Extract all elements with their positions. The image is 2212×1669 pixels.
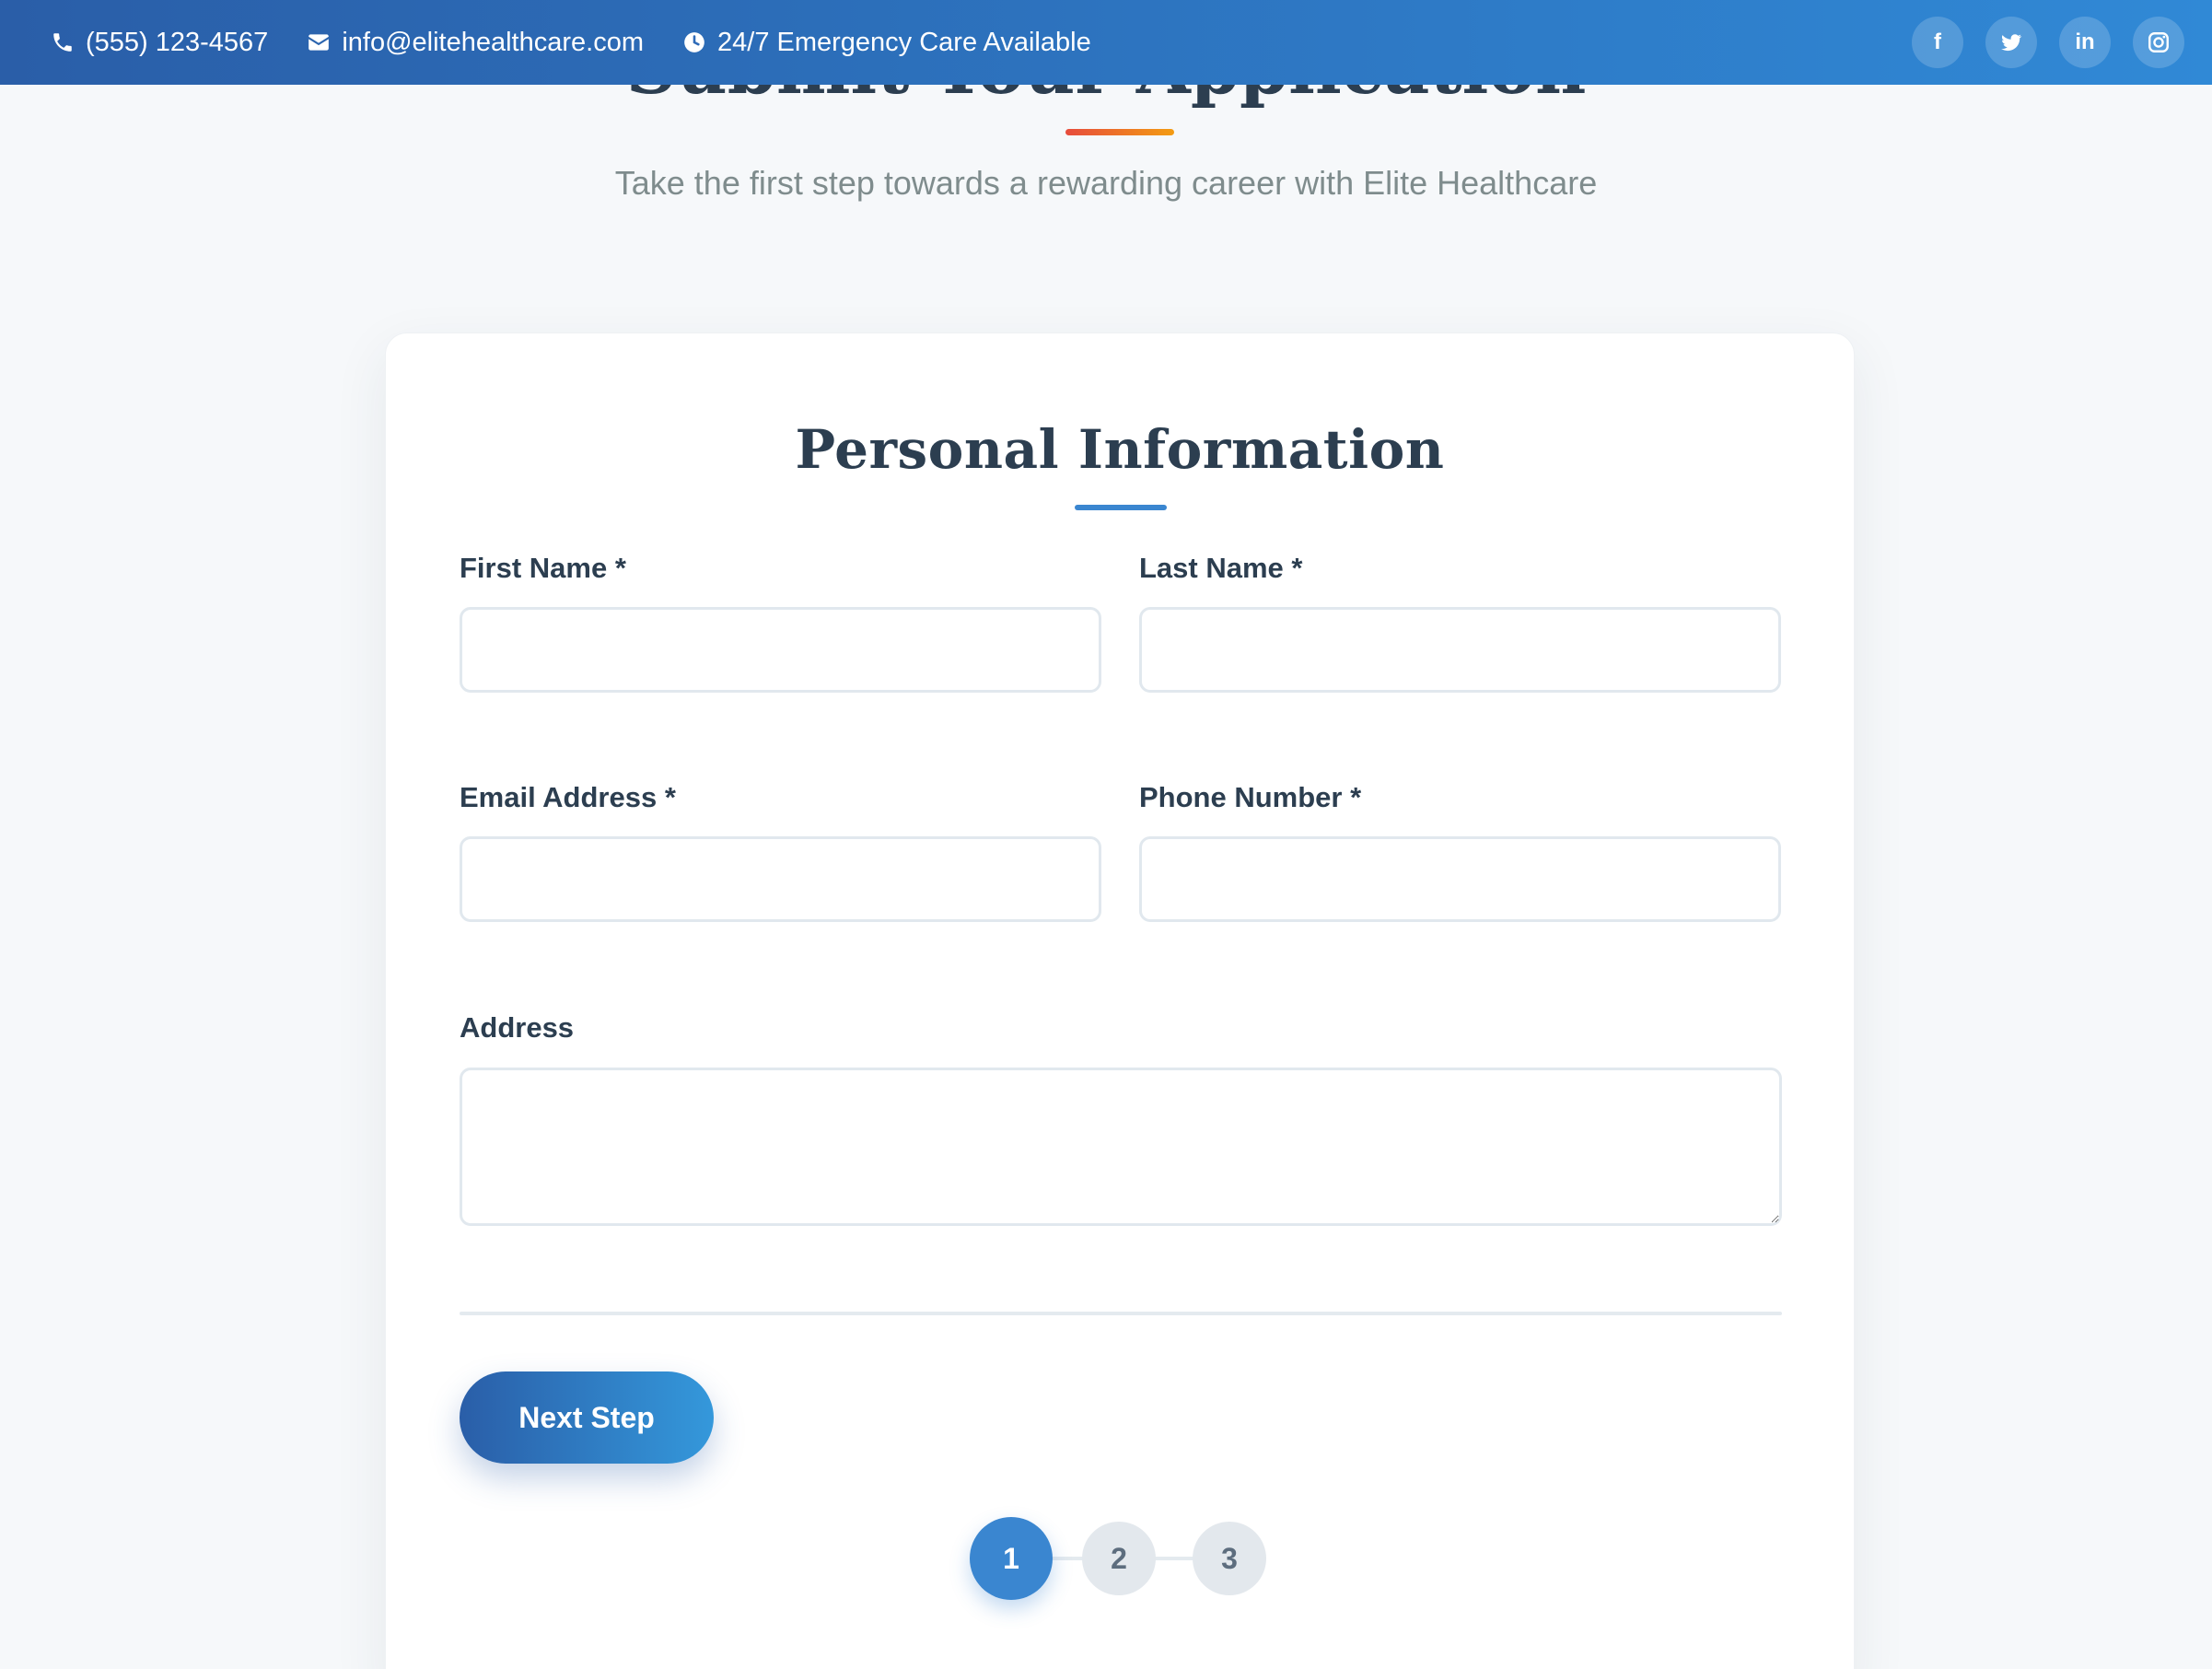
last-name-input[interactable] bbox=[1139, 607, 1781, 693]
step-1[interactable]: 1 bbox=[970, 1517, 1053, 1600]
top-bar: (555) 123-4567 info@elitehealthcare.com … bbox=[0, 0, 2212, 85]
phone-input[interactable] bbox=[1139, 836, 1781, 922]
last-name-label: Last Name * bbox=[1139, 552, 1303, 584]
contact-phone[interactable]: (555) 123-4567 bbox=[51, 28, 268, 58]
next-step-button[interactable]: Next Step bbox=[460, 1371, 714, 1464]
phone-text: (555) 123-4567 bbox=[86, 27, 269, 57]
section-title-underline bbox=[1065, 129, 1174, 135]
instagram-link[interactable] bbox=[2133, 17, 2184, 68]
envelope-icon bbox=[307, 30, 331, 54]
twitter-link[interactable] bbox=[1985, 17, 2037, 68]
email-text: info@elitehealthcare.com bbox=[342, 27, 644, 57]
first-name-label: First Name * bbox=[460, 552, 626, 584]
phone-icon bbox=[51, 30, 75, 54]
section-subtitle: Take the first step towards a rewarding … bbox=[614, 164, 1598, 202]
facebook-link[interactable]: f bbox=[1912, 17, 1963, 68]
contact-hours: 24/7 Emergency Care Available bbox=[682, 28, 1091, 58]
facebook-icon: f bbox=[1934, 29, 1941, 54]
form-step-title: Personal Information bbox=[795, 418, 1445, 481]
email-input[interactable] bbox=[460, 836, 1101, 922]
contact-info: (555) 123-4567 info@elitehealthcare.com … bbox=[51, 28, 1091, 58]
first-name-input[interactable] bbox=[460, 607, 1101, 693]
form-divider bbox=[460, 1312, 1782, 1315]
linkedin-link[interactable]: in bbox=[2059, 17, 2111, 68]
page: (555) 123-4567 info@elitehealthcare.com … bbox=[0, 0, 2212, 1669]
step-indicator: 1 2 3 bbox=[970, 1517, 1274, 1600]
step-3[interactable]: 3 bbox=[1193, 1522, 1266, 1595]
email-label: Email Address * bbox=[460, 781, 676, 813]
phone-label: Phone Number * bbox=[1139, 781, 1362, 813]
clock-icon bbox=[682, 30, 706, 54]
form-title-underline bbox=[1075, 505, 1167, 510]
twitter-icon bbox=[1999, 30, 2023, 54]
address-label: Address bbox=[460, 1011, 575, 1044]
social-links: f in bbox=[1912, 17, 2184, 68]
linkedin-icon: in bbox=[2075, 29, 2095, 54]
address-textarea[interactable] bbox=[460, 1068, 1782, 1226]
step-2[interactable]: 2 bbox=[1082, 1522, 1156, 1595]
contact-email[interactable]: info@elitehealthcare.com bbox=[307, 28, 644, 58]
application-form-card: Personal Information First Name * Last N… bbox=[385, 333, 1855, 1669]
instagram-icon bbox=[2147, 30, 2171, 54]
hours-text: 24/7 Emergency Care Available bbox=[717, 27, 1091, 57]
